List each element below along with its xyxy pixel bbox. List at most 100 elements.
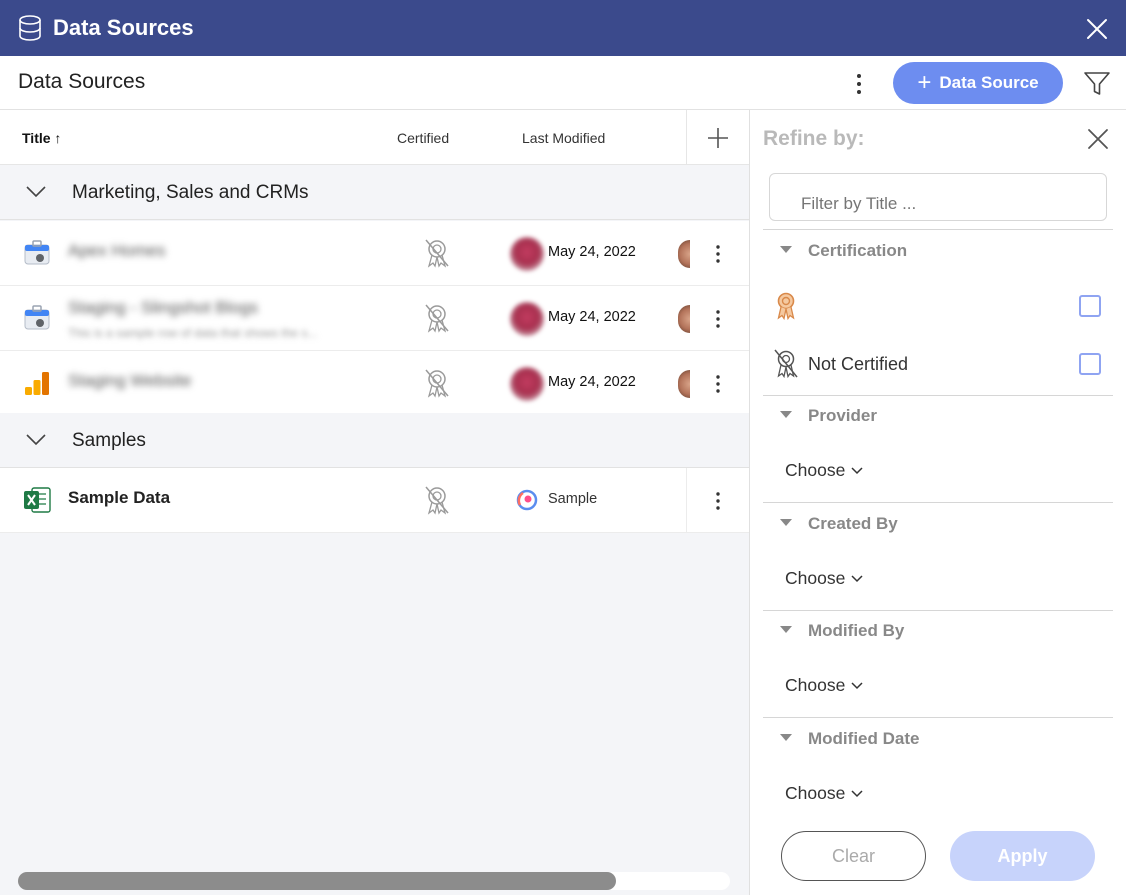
apply-button[interactable]: Apply — [950, 831, 1095, 881]
not-certified-icon — [774, 349, 798, 379]
group-header[interactable]: Marketing, Sales and CRMs — [0, 165, 749, 220]
row-date: May 24, 2022 — [548, 374, 636, 390]
table-header: Title ↑ Certified Last Modified — [0, 110, 749, 165]
plus-icon — [708, 127, 728, 148]
chevron-down-icon — [851, 466, 863, 474]
section-label: Modified By — [808, 621, 905, 640]
caret-down-icon — [780, 626, 792, 633]
table-row[interactable]: Staging - Slingshot Blogs This is a samp… — [0, 286, 749, 351]
row-modified-by: Sample — [548, 491, 598, 507]
database-icon — [19, 15, 41, 41]
refine-title: Refine by: — [763, 127, 865, 150]
clear-button[interactable]: Clear — [781, 831, 926, 881]
chevron-down-icon — [26, 434, 46, 446]
row-title: Staging - Slingshot Blogs — [68, 298, 258, 317]
row-more-button[interactable] — [686, 286, 749, 351]
row-more-button[interactable] — [686, 221, 749, 286]
chevron-down-icon — [851, 574, 863, 582]
caret-down-icon — [780, 246, 792, 253]
caret-down-icon — [780, 734, 792, 741]
group-label: Samples — [72, 430, 146, 451]
section-label: Modified Date — [808, 729, 920, 748]
avatar — [510, 367, 544, 401]
dropdown-label: Choose — [785, 675, 846, 695]
plus-icon: + — [917, 69, 932, 96]
divider — [763, 229, 1113, 230]
kebab-icon — [716, 491, 720, 510]
add-data-source-button[interactable]: + Data Source — [893, 62, 1063, 104]
kebab-icon — [715, 309, 720, 328]
close-icon[interactable] — [1087, 128, 1109, 150]
row-title: Sample Data — [68, 488, 171, 507]
arrow-up-icon: ↑ — [54, 130, 62, 146]
data-sources-table: Title ↑ Certified Last Modified Marketin… — [0, 110, 749, 895]
row-title: Staging Website — [68, 371, 192, 390]
not-certified-icon — [425, 369, 449, 398]
certified-badge-icon — [777, 292, 795, 321]
created-by-dropdown[interactable]: Choose — [785, 568, 863, 589]
google-analytics-toolbox-icon — [24, 305, 50, 330]
page-title: Data Sources — [18, 70, 146, 93]
scrollbar-thumb[interactable] — [18, 872, 616, 890]
excel-icon — [24, 487, 51, 513]
not-certified-icon — [425, 239, 449, 268]
table-row[interactable]: Sample Data Sample — [0, 468, 749, 533]
column-title[interactable]: Title ↑ — [22, 130, 61, 146]
section-label: Certification — [808, 241, 908, 260]
dropdown-label: Choose — [785, 783, 846, 803]
filter-by-title-input[interactable] — [769, 173, 1107, 221]
row-more-button[interactable] — [686, 468, 749, 533]
group-label: Marketing, Sales and CRMs — [72, 182, 309, 203]
google-analytics-icon — [25, 372, 49, 395]
group-header[interactable]: Samples — [0, 413, 749, 468]
modified-date-dropdown[interactable]: Choose — [785, 783, 863, 804]
chevron-down-icon — [26, 186, 46, 198]
more-options-icon[interactable] — [848, 72, 870, 96]
column-certified[interactable]: Certified — [397, 130, 449, 146]
row-date: May 24, 2022 — [548, 309, 636, 325]
avatar — [510, 302, 544, 336]
modified-by-dropdown[interactable]: Choose — [785, 675, 863, 696]
filter-icon[interactable] — [1083, 71, 1111, 97]
dropdown-label: Choose — [785, 568, 846, 588]
not-certified-icon — [425, 486, 449, 515]
window-titlebar: Data Sources — [0, 0, 1126, 56]
provider-dropdown[interactable]: Choose — [785, 460, 863, 481]
not-certified-icon — [425, 304, 449, 333]
toolbar: Data Sources + Data Source — [0, 56, 1126, 110]
row-more-button[interactable] — [686, 351, 749, 416]
window-title: Data Sources — [53, 15, 194, 40]
table-row[interactable]: Apex Homes May 24, 2022 — [0, 221, 749, 286]
option-certified[interactable] — [763, 285, 1113, 325]
sample-logo-icon — [516, 489, 538, 511]
certified-checkbox[interactable] — [1079, 295, 1101, 317]
divider — [763, 502, 1113, 503]
row-title: Apex Homes — [68, 241, 166, 260]
caret-down-icon — [780, 519, 792, 526]
horizontal-scrollbar[interactable] — [18, 872, 730, 890]
chevron-down-icon — [851, 681, 863, 689]
refine-panel: Refine by: Certification Not Certified P… — [749, 110, 1126, 895]
add-data-source-label: Data Source — [939, 73, 1039, 92]
section-modified-date[interactable]: Modified Date — [763, 719, 1113, 759]
option-not-certified[interactable]: Not Certified — [763, 343, 1113, 383]
kebab-icon — [715, 374, 720, 393]
avatar — [510, 237, 544, 271]
section-created-by[interactable]: Created By — [763, 504, 1113, 544]
option-label: Not Certified — [808, 354, 909, 374]
not-certified-checkbox[interactable] — [1079, 353, 1101, 375]
column-last-modified[interactable]: Last Modified — [522, 130, 605, 146]
section-label: Provider — [808, 406, 877, 425]
section-certification[interactable]: Certification — [763, 231, 1113, 271]
caret-down-icon — [780, 411, 792, 418]
kebab-icon — [715, 244, 720, 263]
close-icon[interactable] — [1086, 18, 1108, 40]
dropdown-label: Choose — [785, 460, 846, 480]
section-provider[interactable]: Provider — [763, 396, 1113, 436]
divider — [763, 717, 1113, 718]
section-modified-by[interactable]: Modified By — [763, 611, 1113, 651]
section-label: Created By — [808, 514, 898, 533]
add-column-button[interactable] — [686, 110, 749, 165]
chevron-down-icon — [851, 789, 863, 797]
table-row[interactable]: Staging Website May 24, 2022 — [0, 351, 749, 416]
